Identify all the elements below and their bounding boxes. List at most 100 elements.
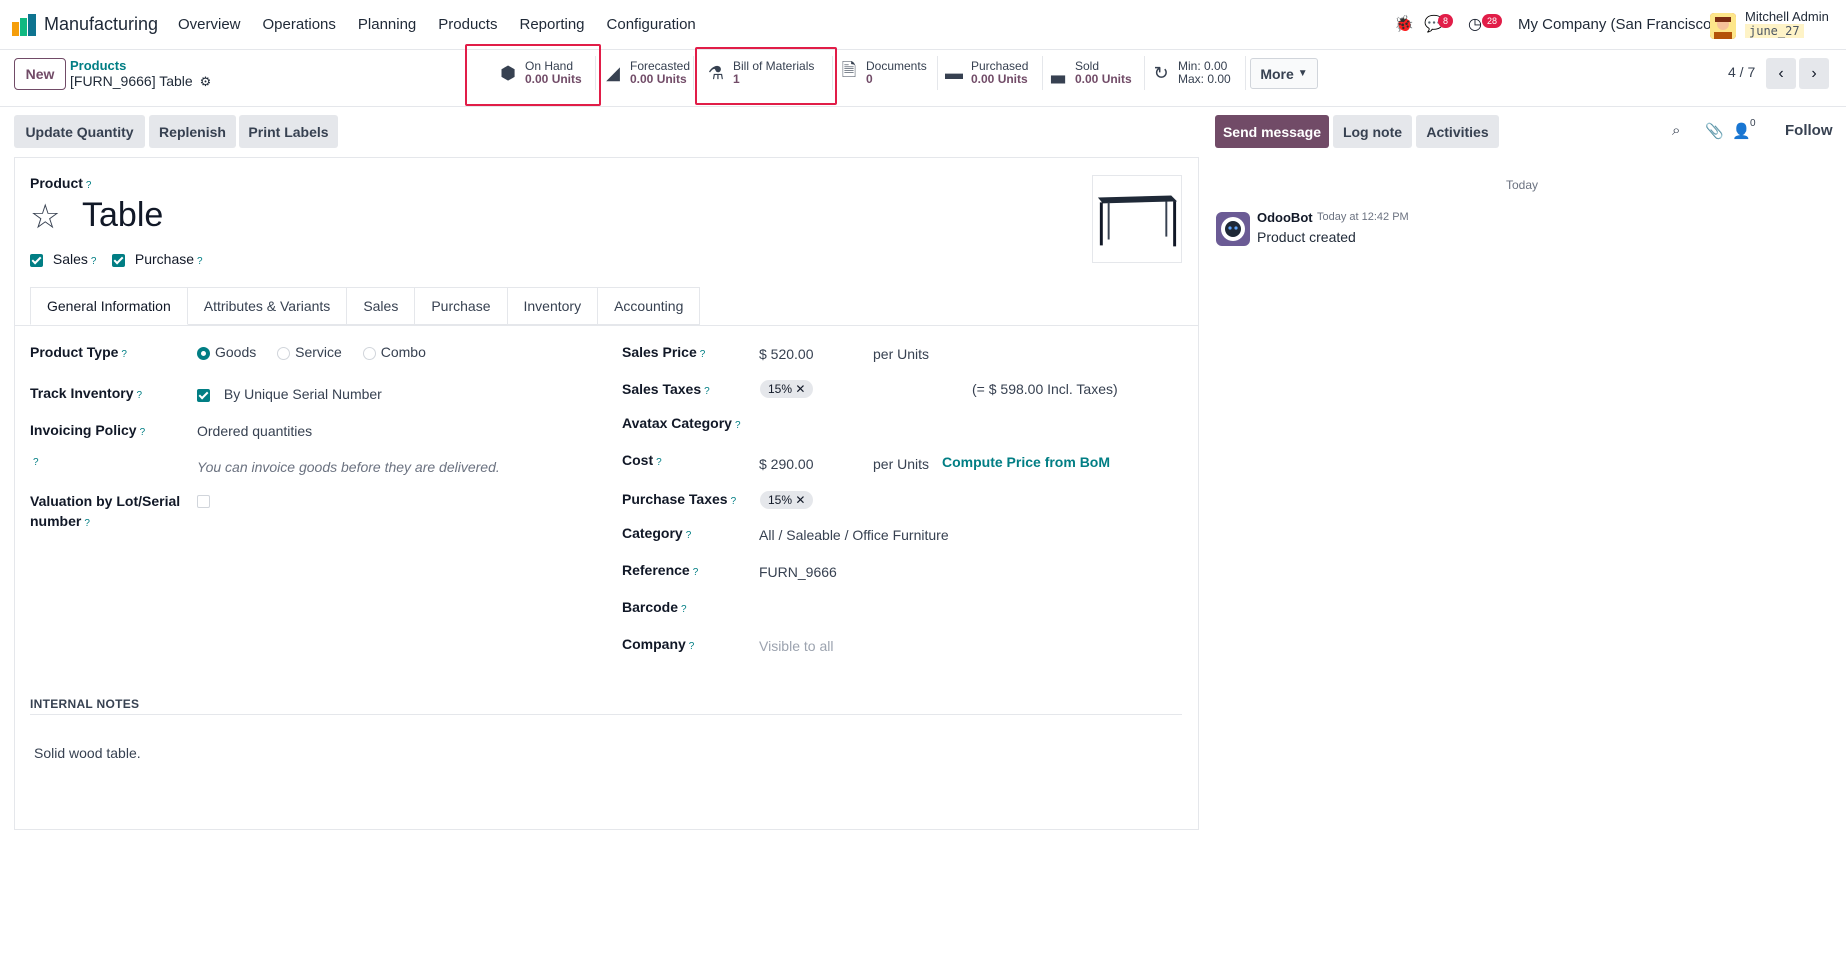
star-icon[interactable]: ☆ [30, 197, 60, 237]
menu-reporting[interactable]: Reporting [519, 16, 584, 33]
smart-button-purchased[interactable]: ▬ Purchased 0.00 Units [943, 56, 1043, 90]
table-image-icon [1097, 195, 1178, 247]
search-icon[interactable]: ⌕ [1672, 122, 1680, 139]
barcode-input[interactable] [759, 600, 1059, 618]
menu-products[interactable]: Products [438, 16, 497, 33]
menu-configuration[interactable]: Configuration [607, 16, 696, 33]
smart-button-min-max[interactable]: ↻ Min: 0.00 Max: 0.00 [1150, 56, 1246, 90]
radio-service[interactable] [277, 346, 291, 360]
radio-combo-label[interactable]: Combo [381, 344, 426, 360]
smart-button-bill-of-materials[interactable]: ⚗ Bill of Materials 1 [705, 56, 833, 90]
reference-input[interactable]: FURN_9666 [759, 564, 837, 580]
pager-value[interactable]: 4 / 7 [1728, 64, 1755, 80]
help-icon[interactable]: ? [86, 180, 92, 191]
smart-button-sold[interactable]: ▃ Sold 0.00 Units [1047, 56, 1145, 90]
tab-divider [14, 325, 1199, 326]
purchase-checkbox-row[interactable]: Purchase? [112, 251, 203, 267]
activities-button[interactable]: Activities [1416, 115, 1499, 148]
app-name[interactable]: Manufacturing [44, 14, 158, 35]
avatax-category-label: Avatax Category? [622, 415, 741, 431]
print-labels-button[interactable]: Print Labels [239, 115, 338, 148]
bug-icon[interactable]: 🐞 [1394, 14, 1414, 34]
product-image[interactable] [1092, 175, 1182, 263]
track-inventory-label: Track Inventory? [30, 385, 143, 401]
tab-purchase[interactable]: Purchase [415, 287, 508, 325]
valuation-label-line2: number? [30, 513, 90, 529]
cost-uom: per Units [873, 456, 930, 472]
invoicing-hint: You can invoice goods before they are de… [197, 459, 500, 475]
sales-checkbox[interactable] [30, 253, 43, 267]
radio-goods-label[interactable]: Goods [215, 344, 256, 360]
menu-operations[interactable]: Operations [263, 16, 336, 33]
track-inventory-checkbox[interactable] [197, 388, 210, 402]
caret-down-icon: ▼ [1297, 68, 1308, 79]
pager-next-button[interactable]: › [1799, 58, 1829, 89]
bom-value: 1 [733, 72, 740, 86]
sales-tax-tag[interactable]: 15% ✕ [760, 380, 814, 398]
gear-icon[interactable]: ⚙ [200, 74, 212, 89]
send-message-button[interactable]: Send message [1215, 115, 1329, 148]
company-label: Company? [622, 636, 695, 652]
log-note-button[interactable]: Log note [1333, 115, 1412, 148]
user-name[interactable]: Mitchell Admin [1745, 9, 1829, 24]
document-icon: 🗎 [841, 60, 857, 80]
follow-button[interactable]: Follow [1785, 122, 1833, 139]
tab-sales[interactable]: Sales [347, 287, 416, 325]
tab-attributes-variants[interactable]: Attributes & Variants [187, 287, 348, 325]
credit-card-icon: ▬ [945, 62, 963, 83]
smart-button-documents[interactable]: 🗎 Documents 0 [838, 56, 938, 90]
category-label: Category? [622, 525, 692, 541]
activities-clock-icon[interactable]: ◷ [1468, 14, 1482, 34]
close-icon[interactable]: ✕ [795, 382, 805, 396]
close-icon[interactable]: ✕ [795, 493, 805, 507]
company-select[interactable]: Visible to all [759, 638, 833, 654]
smart-button-on-hand[interactable]: ⬢ On Hand 0.00 Units [497, 56, 596, 90]
menu-planning[interactable]: Planning [358, 16, 416, 33]
smart-button-forecasted[interactable]: ◢ Forecasted 0.00 Units [602, 56, 694, 90]
cost-input[interactable]: $ 290.00 [759, 456, 814, 472]
reference-label: Reference? [622, 562, 699, 578]
message-author[interactable]: OdooBot [1257, 210, 1313, 225]
paperclip-icon[interactable]: 📎 [1705, 122, 1724, 140]
category-select[interactable]: All / Saleable / Office Furniture [759, 527, 949, 543]
tab-accounting[interactable]: Accounting [598, 287, 701, 325]
cost-label: Cost? [622, 452, 662, 468]
message-body: Product created [1257, 229, 1356, 245]
user-avatar[interactable] [1710, 13, 1736, 39]
track-inventory-field[interactable]: By Unique Serial Number [197, 386, 382, 402]
area-chart-icon: ◢ [606, 62, 620, 83]
new-button[interactable]: New [14, 58, 66, 90]
sales-price-input[interactable]: $ 520.00 [759, 346, 814, 362]
odoobot-avatar [1216, 212, 1250, 246]
radio-service-label[interactable]: Service [295, 344, 342, 360]
followers-icon[interactable]: 👤 [1732, 122, 1751, 140]
sales-checkbox-row[interactable]: Sales? [30, 251, 96, 267]
product-name[interactable]: Table [82, 196, 163, 235]
radio-goods[interactable] [197, 346, 210, 360]
tab-general-information[interactable]: General Information [30, 287, 188, 325]
internal-notes-editor[interactable]: Solid wood table. [34, 745, 141, 761]
compute-price-from-bom-button[interactable]: Compute Price from BoM [942, 454, 1110, 470]
company-switcher[interactable]: My Company (San Francisco) [1518, 16, 1716, 33]
pager-previous-button[interactable]: ‹ [1766, 58, 1796, 89]
purchase-taxes-label: Purchase Taxes? [622, 491, 737, 507]
documents-title: Documents [866, 59, 927, 73]
barcode-label: Barcode? [622, 599, 687, 615]
valuation-checkbox[interactable] [197, 495, 210, 508]
product-label: Product? [30, 175, 92, 191]
replenish-button[interactable]: Replenish [149, 115, 236, 148]
breadcrumb-products[interactable]: Products [70, 58, 126, 73]
manufacturing-app-icon[interactable] [12, 14, 38, 36]
more-button[interactable]: More ▼ [1250, 58, 1318, 89]
invoicing-policy-select[interactable]: Ordered quantities [197, 423, 312, 439]
purchase-checkbox[interactable] [112, 253, 125, 267]
menu-overview[interactable]: Overview [178, 16, 241, 33]
date-separator: Today [1506, 178, 1539, 192]
purchase-tax-tag[interactable]: 15% ✕ [760, 491, 814, 509]
track-inventory-value[interactable]: By Unique Serial Number [224, 386, 382, 402]
purchase-checkbox-label: Purchase [134, 251, 195, 267]
update-quantity-button[interactable]: Update Quantity [14, 115, 145, 148]
radio-combo[interactable] [362, 346, 376, 360]
help-icon[interactable]: ? [33, 457, 39, 468]
tab-inventory[interactable]: Inventory [507, 287, 599, 325]
